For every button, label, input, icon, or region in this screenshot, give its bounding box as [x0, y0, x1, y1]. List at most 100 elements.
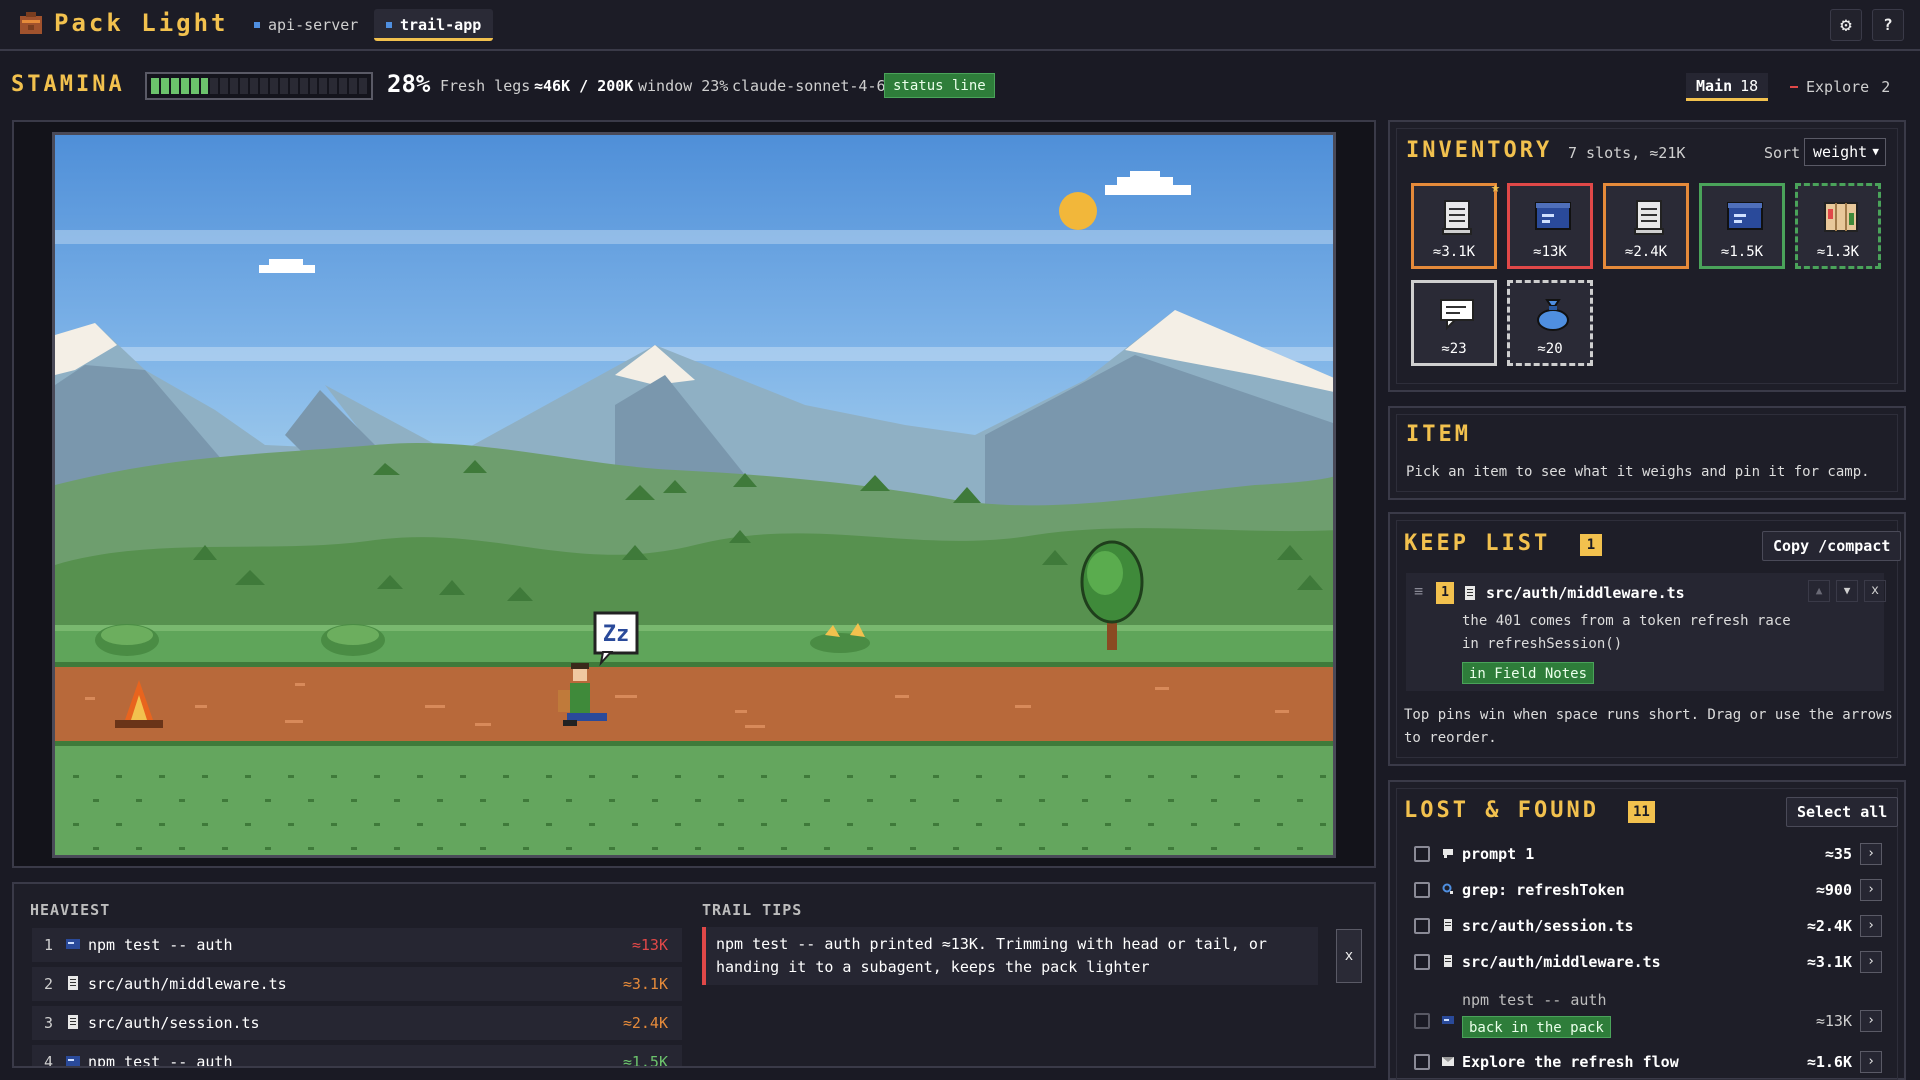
keep-list-help-line1: Top pins win when space runs short. Drag…: [1404, 707, 1893, 723]
row-size: ≈2.4K: [622, 1014, 668, 1032]
select-all-button[interactable]: Select all: [1786, 797, 1899, 827]
pouch-icon: [1537, 299, 1569, 331]
row-checkbox[interactable]: [1414, 1054, 1430, 1070]
terminal-icon: [1535, 202, 1571, 230]
row-label: prompt 1: [1462, 845, 1535, 863]
inventory-slot[interactable]: ≈20: [1507, 280, 1593, 366]
copy-compact-button[interactable]: Copy /compact: [1762, 531, 1902, 561]
row-size: ≈900: [1815, 881, 1852, 899]
chevron-down-icon: ▼: [1872, 145, 1879, 158]
heaviest-row[interactable]: 4 npm test -- auth ≈1.5K: [32, 1045, 682, 1066]
slot-size: ≈20: [1537, 341, 1563, 357]
sort-select[interactable]: weight ▼: [1804, 138, 1886, 166]
model-name: claude-sonnet-4-6: [732, 77, 886, 95]
inventory-slot[interactable]: ≈23: [1411, 280, 1497, 366]
lost-found-row[interactable]: npm test -- auth back in the pack ≈13K ›: [1406, 984, 1886, 1042]
row-checkbox[interactable]: [1414, 882, 1430, 898]
open-item-button[interactable]: ›: [1860, 879, 1882, 901]
speech-icon: [1440, 299, 1474, 331]
heaviest-row[interactable]: 3 src/auth/session.ts ≈2.4K: [32, 1006, 682, 1040]
item-hint: Pick an item to see what it weighs and p…: [1406, 464, 1870, 480]
drag-handle-icon[interactable]: ≡: [1414, 582, 1423, 600]
stamina-segment: [309, 78, 318, 94]
move-up-button[interactable]: ▲: [1808, 580, 1830, 602]
panel-border: [1396, 414, 1898, 492]
row-checkbox[interactable]: [1414, 918, 1430, 934]
bottom-panels: HEAVIEST 1 npm test -- auth ≈13K 2 src/a…: [12, 882, 1376, 1068]
row-rank: 3: [44, 1014, 54, 1032]
close-tip-button[interactable]: x: [1336, 929, 1362, 983]
row-size: ≈2.4K: [1806, 917, 1852, 935]
gear-icon: ⚙: [1840, 14, 1852, 36]
token-usage: ≈46K / 200K: [534, 77, 634, 95]
lost-found-row[interactable]: src/auth/session.ts ≈2.4K ›: [1406, 910, 1886, 942]
item-panel: [1388, 406, 1906, 500]
keep-list-count: 1: [1580, 534, 1602, 556]
row-label: Explore the refresh flow: [1462, 1053, 1679, 1071]
inventory-slot[interactable]: ≈13K: [1507, 183, 1593, 269]
stamina-segment: [299, 78, 308, 94]
trail-scene-frame: Zz: [12, 120, 1376, 868]
keep-list-help-line2: to reorder.: [1404, 730, 1497, 746]
settings-button[interactable]: ⚙: [1830, 9, 1862, 41]
open-item-button[interactable]: ›: [1860, 915, 1882, 937]
stamina-mood: Fresh legs: [440, 77, 531, 95]
file-icon: [1465, 586, 1475, 600]
tab-dot-icon: [386, 22, 392, 28]
row-label: src/auth/session.ts: [1462, 917, 1634, 935]
open-item-button[interactable]: ›: [1860, 843, 1882, 865]
agent-tab-main[interactable]: Main 18: [1686, 73, 1769, 101]
row-size: ≈3.1K: [1806, 953, 1852, 971]
keep-entry-rank: 1: [1436, 582, 1454, 604]
row-size: ≈1.6K: [1806, 1053, 1852, 1071]
scroll-icon: [1442, 200, 1472, 235]
row-checkbox[interactable]: [1414, 1013, 1430, 1029]
lost-found-row[interactable]: Explore the refresh flow ≈1.6K ›: [1406, 1046, 1886, 1078]
agent-count: 18: [1740, 77, 1759, 95]
lost-found-row[interactable]: grep: refreshToken ≈900 ›: [1406, 874, 1886, 906]
agent-tab-explore[interactable]: Explore 2: [1790, 73, 1898, 101]
remove-pin-button[interactable]: x: [1864, 580, 1886, 602]
tab-api-server[interactable]: api-server: [242, 9, 370, 41]
open-item-button[interactable]: ›: [1860, 951, 1882, 973]
stamina-bar: STAMINA 28% Fresh legs ≈46K / 200K windo…: [0, 52, 1920, 118]
keep-entry-note-line1: the 401 comes from a token refresh race: [1462, 613, 1791, 629]
status-line-badge[interactable]: status line: [884, 73, 995, 98]
terminal-icon: [1727, 202, 1763, 230]
heaviest-row[interactable]: 2 src/auth/middleware.ts ≈3.1K: [32, 967, 682, 1001]
stamina-segment: [230, 78, 239, 94]
slot-size: ≈1.3K: [1816, 244, 1860, 260]
stamina-segment: [240, 78, 249, 94]
row-label: src/auth/session.ts: [88, 1014, 260, 1032]
back-in-pack-badge: back in the pack: [1462, 1016, 1611, 1038]
stamina-segment: [250, 78, 258, 94]
row-checkbox[interactable]: [1414, 954, 1430, 970]
open-item-button[interactable]: ›: [1860, 1010, 1882, 1032]
lost-found-row[interactable]: prompt 1 ≈35 ›: [1406, 838, 1886, 870]
stamina-percent: 28%: [387, 70, 431, 98]
inventory-slot[interactable]: ≈1.5K: [1699, 183, 1785, 269]
stamina-segment: [180, 78, 189, 94]
row-label: npm test -- auth: [88, 936, 233, 954]
help-button[interactable]: ?: [1872, 9, 1904, 41]
move-down-button[interactable]: ▼: [1836, 580, 1858, 602]
heaviest-row[interactable]: 1 npm test -- auth ≈13K: [32, 928, 682, 962]
row-label: grep: refreshToken: [1462, 881, 1625, 899]
keep-entry-note-line2: in refreshSession(): [1462, 636, 1623, 652]
open-item-button[interactable]: ›: [1860, 1051, 1882, 1073]
stamina-segment: [160, 78, 169, 94]
row-label: src/auth/middleware.ts: [1462, 953, 1661, 971]
inventory-slot[interactable]: ≈2.4K: [1603, 183, 1689, 269]
inventory-slot[interactable]: ≈1.3K: [1795, 183, 1881, 269]
stamina-segment: [289, 78, 298, 94]
stamina-segment: [200, 78, 209, 94]
row-checkbox[interactable]: [1414, 846, 1430, 862]
file-icon: [68, 1015, 78, 1029]
lost-found-row[interactable]: src/auth/middleware.ts ≈3.1K ›: [1406, 946, 1886, 978]
backpack-logo-icon: [20, 12, 42, 34]
tab-trail-app[interactable]: trail-app: [374, 9, 494, 41]
inventory-slot[interactable]: ≈3.1K ★: [1411, 178, 1500, 269]
stamina-segment: [269, 78, 278, 94]
map-icon: [1824, 202, 1858, 232]
agent-label: Explore: [1806, 78, 1870, 96]
